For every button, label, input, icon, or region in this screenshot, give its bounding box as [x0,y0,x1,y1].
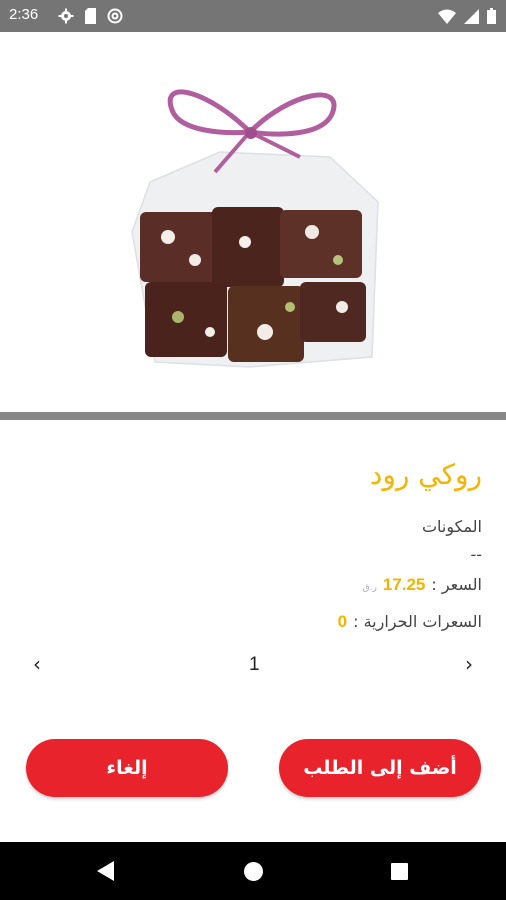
status-bar: 2:36 [0,0,506,32]
currency-label: ر.ق [362,583,377,593]
sd-card-icon [84,8,97,28]
cellular-signal-icon [464,8,479,28]
price-row: السعر : 17.25 ر.ق [363,575,482,595]
calories-label: السعرات الحرارية : [353,612,482,631]
ingredients-label: المكونات [421,517,482,536]
wifi-icon [438,9,456,28]
calories-value: 0 [337,612,348,631]
ingredients-value: -- [470,545,482,564]
product-name: روكي رود [369,458,482,491]
quantity-increase-button[interactable]: ‹ [33,652,41,676]
calories-row: السعرات الحرارية : 0 [338,612,482,632]
price-label: السعر : [431,575,482,594]
at-sign-icon [107,8,123,28]
battery-icon [487,8,496,28]
quantity-stepper: ‹ 1 › [0,652,506,676]
recents-icon[interactable] [391,863,408,884]
price-value: 17.25 [382,575,426,594]
cancel-button[interactable]: إلغاء [26,739,228,797]
status-time: 2:36 [9,6,39,23]
gear-icon [58,8,74,28]
product-image [0,32,506,412]
add-to-order-button[interactable]: أضف إلى الطلب [279,739,481,797]
quantity-value: 1 [249,654,260,675]
quantity-decrease-button[interactable]: › [465,652,473,676]
back-icon[interactable] [97,861,115,885]
image-divider [0,412,506,420]
navigation-bar [0,842,506,900]
home-icon[interactable] [244,862,263,885]
